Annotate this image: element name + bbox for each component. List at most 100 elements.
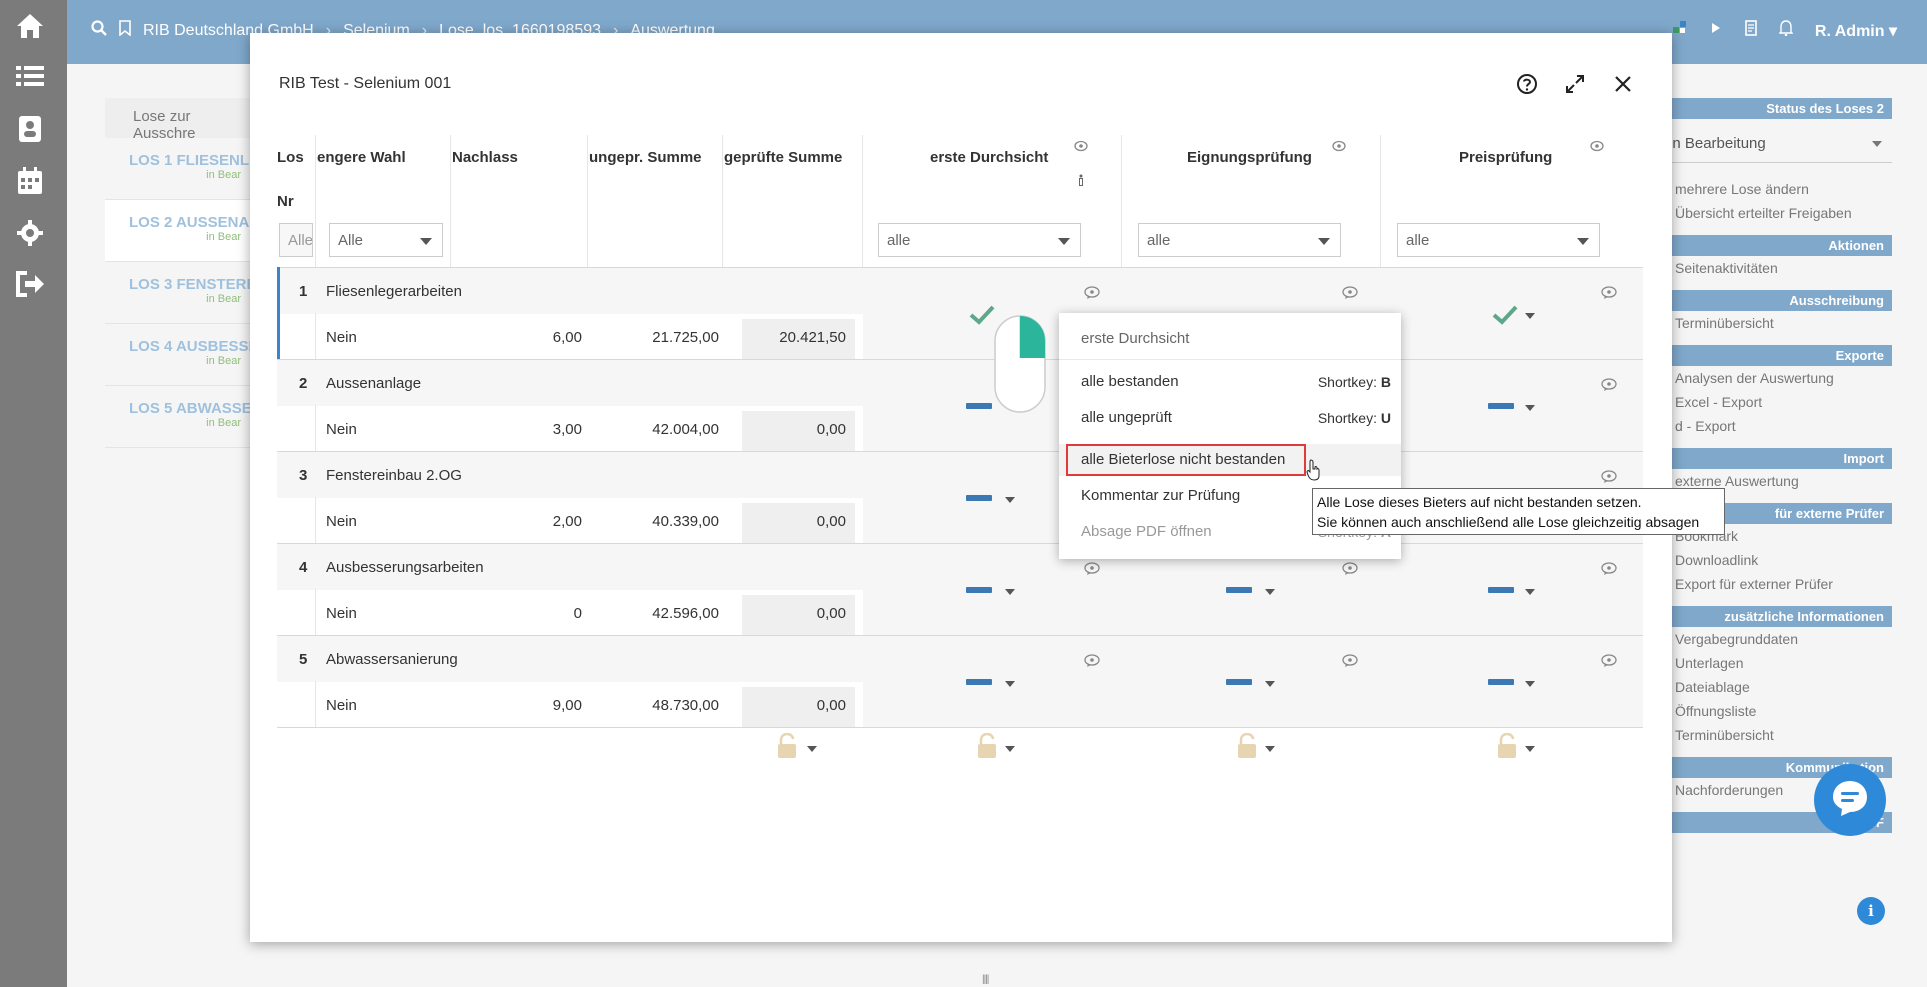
panel-link[interactable]: Terminübersicht	[1657, 311, 1892, 335]
check-icon[interactable]	[1492, 305, 1518, 329]
panel-link[interactable]: d - Export	[1657, 414, 1892, 438]
panel-link[interactable]: Terminübersicht	[1657, 723, 1892, 747]
comment-icon[interactable]	[1601, 378, 1617, 396]
panel-link[interactable]: Downloadlink	[1657, 548, 1892, 572]
eignungspruefung-filter[interactable]: alle	[1138, 223, 1341, 257]
lot-status-select[interactable]: in Bearbeitung	[1657, 127, 1892, 163]
expand-icon[interactable]	[1562, 71, 1588, 97]
eye-icon[interactable]	[1590, 139, 1604, 156]
comment-icon[interactable]	[1084, 286, 1100, 304]
comment-icon[interactable]	[1342, 286, 1358, 304]
menu-item-alle-bestanden[interactable]: alle bestanden	[1081, 373, 1179, 390]
drag-handle-icon[interactable]: ||||	[982, 974, 989, 985]
document-icon[interactable]	[1745, 20, 1757, 41]
lot-list-item[interactable]: LOS 2 AUSSENAN in Bear	[105, 200, 265, 262]
contact-card-icon[interactable]	[12, 111, 48, 147]
status-dropdown-caret[interactable]	[1265, 681, 1275, 687]
panel-link[interactable]: Unterlagen	[1657, 651, 1892, 675]
home-icon[interactable]	[12, 8, 48, 44]
unchecked-dash-icon[interactable]	[1226, 679, 1252, 685]
col-preispruefung[interactable]: Preisprüfung	[1459, 149, 1552, 166]
gear-icon[interactable]	[12, 215, 48, 251]
col-erste-durchsicht[interactable]: erste Durchsicht	[930, 149, 1048, 166]
status-dropdown-caret[interactable]	[1005, 589, 1015, 595]
lot-list-item[interactable]: LOS 5 ABWASSER in Bear	[105, 386, 265, 448]
comment-icon[interactable]	[1601, 286, 1617, 304]
comment-icon[interactable]	[1601, 654, 1617, 672]
comment-icon[interactable]	[1601, 470, 1617, 488]
status-dropdown-caret[interactable]	[1265, 589, 1275, 595]
lot-list-item[interactable]: LOS 1 FLIESENLEG in Bear	[105, 138, 271, 200]
menu-item-kommentar[interactable]: Kommentar zur Prüfung	[1081, 487, 1240, 504]
engere-wahl-filter[interactable]: Alle	[329, 223, 443, 257]
los-filter-input[interactable]: Alle	[279, 223, 313, 257]
comment-icon[interactable]	[1601, 562, 1617, 580]
info-icon[interactable]: i	[1857, 897, 1885, 925]
status-link[interactable]: mehrere Lose ändern	[1657, 177, 1892, 201]
status-dropdown-caret[interactable]	[1525, 405, 1535, 411]
status-link[interactable]: Übersicht erteilter Freigaben	[1657, 201, 1892, 225]
unchecked-dash-icon[interactable]	[1488, 587, 1514, 593]
preispruefung-filter[interactable]: alle	[1397, 223, 1600, 257]
col-nachlass[interactable]: Nachlass	[452, 149, 518, 166]
panel-link[interactable]: Excel - Export	[1657, 390, 1892, 414]
status-dropdown-caret[interactable]	[1525, 589, 1535, 595]
bookmark-icon[interactable]	[119, 20, 131, 41]
unlock-icon[interactable]	[976, 732, 998, 763]
logout-icon[interactable]	[12, 266, 48, 302]
col-engere-wahl[interactable]: engere Wahl	[317, 149, 406, 166]
unchecked-dash-icon[interactable]	[1226, 587, 1252, 593]
lock-dropdown-caret[interactable]	[1525, 746, 1535, 752]
unlock-icon[interactable]	[1236, 732, 1258, 763]
panel-link[interactable]: Dateiablage	[1657, 675, 1892, 699]
eye-icon[interactable]	[1074, 139, 1088, 156]
search-icon[interactable]	[91, 20, 107, 41]
bell-icon[interactable]	[1778, 20, 1794, 41]
user-menu[interactable]: R. Admin ▾	[1815, 21, 1897, 41]
col-gepr-summe[interactable]: geprüfte Summe	[724, 149, 842, 166]
lot-search-input[interactable]: Lose zur Ausschre	[105, 98, 265, 142]
unchecked-dash-icon[interactable]	[1488, 679, 1514, 685]
status-dropdown-caret[interactable]	[1525, 313, 1535, 319]
unlock-icon[interactable]	[1496, 732, 1518, 763]
status-dropdown-caret[interactable]	[1525, 681, 1535, 687]
col-eignungspruefung[interactable]: Eignungsprüfung	[1187, 149, 1312, 166]
chat-button[interactable]	[1814, 764, 1886, 836]
unlock-icon[interactable]	[776, 732, 798, 763]
calendar-icon[interactable]	[12, 163, 48, 199]
status-dropdown-caret[interactable]	[1005, 497, 1015, 503]
help-icon[interactable]	[1514, 71, 1540, 97]
col-ungepr-summe[interactable]: ungepr. Summe	[589, 149, 702, 166]
status-dropdown-caret[interactable]	[1005, 681, 1015, 687]
panel-link[interactable]: Öffnungsliste	[1657, 699, 1892, 723]
list-icon[interactable]	[12, 58, 48, 94]
unchecked-dash-icon[interactable]	[966, 403, 992, 409]
unchecked-dash-icon[interactable]	[1488, 403, 1514, 409]
lot-list-item[interactable]: LOS 3 FENSTEREI in Bear	[105, 262, 265, 324]
comment-icon[interactable]	[1084, 562, 1100, 580]
menu-item-absage-pdf[interactable]: Absage PDF öffnen	[1081, 523, 1212, 540]
panel-link[interactable]: Export für externer Prüfer	[1657, 572, 1892, 596]
comment-icon[interactable]	[1084, 654, 1100, 672]
lock-dropdown-caret[interactable]	[1265, 746, 1275, 752]
comment-icon[interactable]	[1342, 562, 1358, 580]
eye-icon[interactable]	[1332, 139, 1346, 156]
unchecked-dash-icon[interactable]	[966, 495, 992, 501]
panel-link[interactable]: Vergabegrunddaten	[1657, 627, 1892, 651]
panel-link[interactable]: Seitenaktivitäten	[1657, 256, 1892, 280]
comment-icon[interactable]	[1342, 654, 1358, 672]
check-icon[interactable]	[969, 305, 995, 329]
erste-durchsicht-filter[interactable]: alle	[878, 223, 1081, 257]
arrow-icon[interactable]	[1709, 21, 1723, 40]
apps-icon[interactable]	[1672, 21, 1687, 40]
unchecked-dash-icon[interactable]	[966, 679, 992, 685]
unchecked-dash-icon[interactable]	[966, 587, 992, 593]
info-small-icon[interactable]	[1077, 173, 1085, 190]
lot-list-item[interactable]: LOS 4 AUSBESSE in Bear	[105, 324, 265, 386]
menu-item-alle-bieterlose-nicht-bestanden[interactable]: alle Bieterlose nicht bestanden	[1081, 451, 1285, 468]
lock-dropdown-caret[interactable]	[1005, 746, 1015, 752]
panel-link[interactable]: Analysen der Auswertung	[1657, 366, 1892, 390]
menu-item-alle-ungeprueft[interactable]: alle ungeprüft	[1081, 409, 1172, 426]
close-icon[interactable]	[1610, 71, 1636, 97]
lock-dropdown-caret[interactable]	[807, 746, 817, 752]
